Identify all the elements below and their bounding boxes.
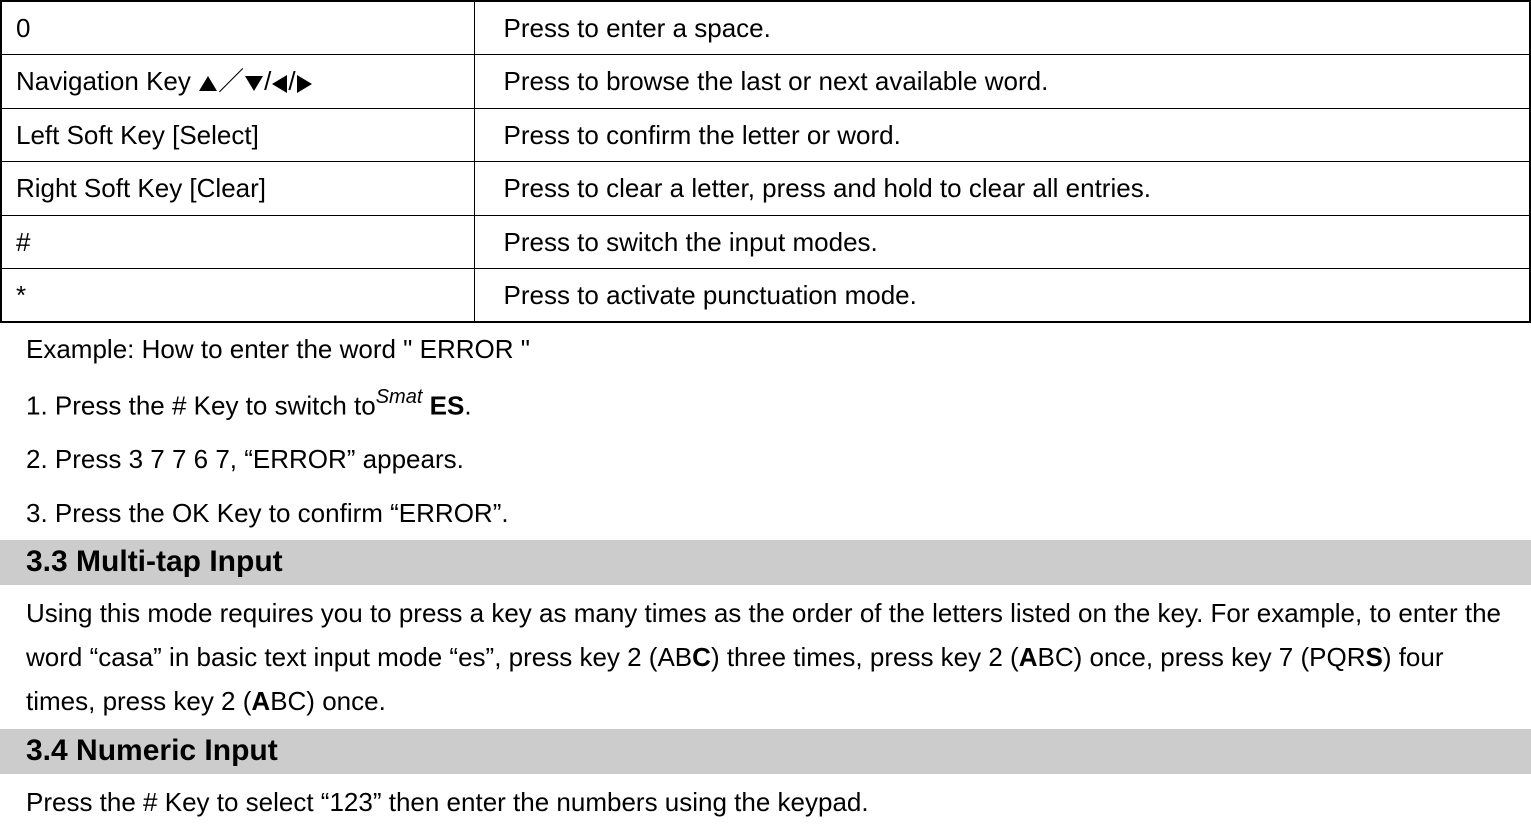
down-arrow-icon: [245, 76, 263, 91]
section-3-3-heading: 3.3 Multi-tap Input: [0, 540, 1531, 585]
key-cell: Left Soft Key [Select]: [1, 108, 475, 161]
key-cell: #: [1, 215, 475, 268]
step1-text-a: 1. Press the # Key to switch to: [26, 391, 376, 421]
s33-i: BC) once.: [270, 686, 386, 716]
key-cell: Navigation Key ／//: [1, 55, 475, 108]
table-row: # Press to switch the input modes.: [1, 215, 1530, 268]
table-row: 0 Press to enter a space.: [1, 1, 1530, 55]
key-cell: Right Soft Key [Clear]: [1, 162, 475, 215]
desc-cell: Press to switch the input modes.: [475, 215, 1530, 268]
table-row: Left Soft Key [Select] Press to confirm …: [1, 108, 1530, 161]
step1-es: ES: [422, 391, 464, 421]
section-3-3-body: Using this mode requires you to press a …: [0, 585, 1531, 730]
table-row: Navigation Key ／// Press to browse the l…: [1, 55, 1530, 108]
step1-period: .: [464, 391, 471, 421]
nav-key-label: Navigation Key: [16, 66, 198, 96]
section-3-4-body: Press the # Key to select “123” then ent…: [0, 774, 1531, 830]
table-row: * Press to activate punctuation mode.: [1, 268, 1530, 322]
desc-cell: Press to confirm the letter or word.: [475, 108, 1530, 161]
table-row: Right Soft Key [Clear] Press to clear a …: [1, 162, 1530, 215]
desc-cell: Press to activate punctuation mode.: [475, 268, 1530, 322]
left-arrow-icon: [272, 75, 287, 93]
s33-f: S: [1365, 642, 1382, 672]
key-function-table: 0 Press to enter a space. Navigation Key…: [0, 0, 1531, 323]
example-intro: Example: How to enter the word " ERROR ": [0, 323, 1531, 377]
smat-icon: Smat: [376, 386, 423, 408]
desc-cell: Press to browse the last or next availab…: [475, 55, 1530, 108]
arrow-icons: ／//: [198, 66, 312, 96]
section-3-4-heading: 3.4 Numeric Input: [0, 729, 1531, 774]
example-step-3: 3. Press the OK Key to confirm “ERROR”.: [0, 487, 1531, 541]
key-cell: 0: [1, 1, 475, 55]
s33-h: A: [251, 686, 270, 716]
example-step-1: 1. Press the # Key to switch toSmat ES.: [0, 377, 1531, 433]
desc-cell: Press to enter a space.: [475, 1, 1530, 55]
s33-d: A: [1019, 642, 1038, 672]
s33-e: BC) once, press key 7 (PQR: [1037, 642, 1365, 672]
up-arrow-icon: [199, 76, 217, 91]
key-cell: *: [1, 268, 475, 322]
example-step-2: 2. Press 3 7 7 6 7, “ERROR” appears.: [0, 433, 1531, 487]
s33-c: ) three times, press key 2 (: [711, 642, 1019, 672]
desc-cell: Press to clear a letter, press and hold …: [475, 162, 1530, 215]
right-arrow-icon: [297, 75, 312, 93]
s33-b: C: [692, 642, 711, 672]
